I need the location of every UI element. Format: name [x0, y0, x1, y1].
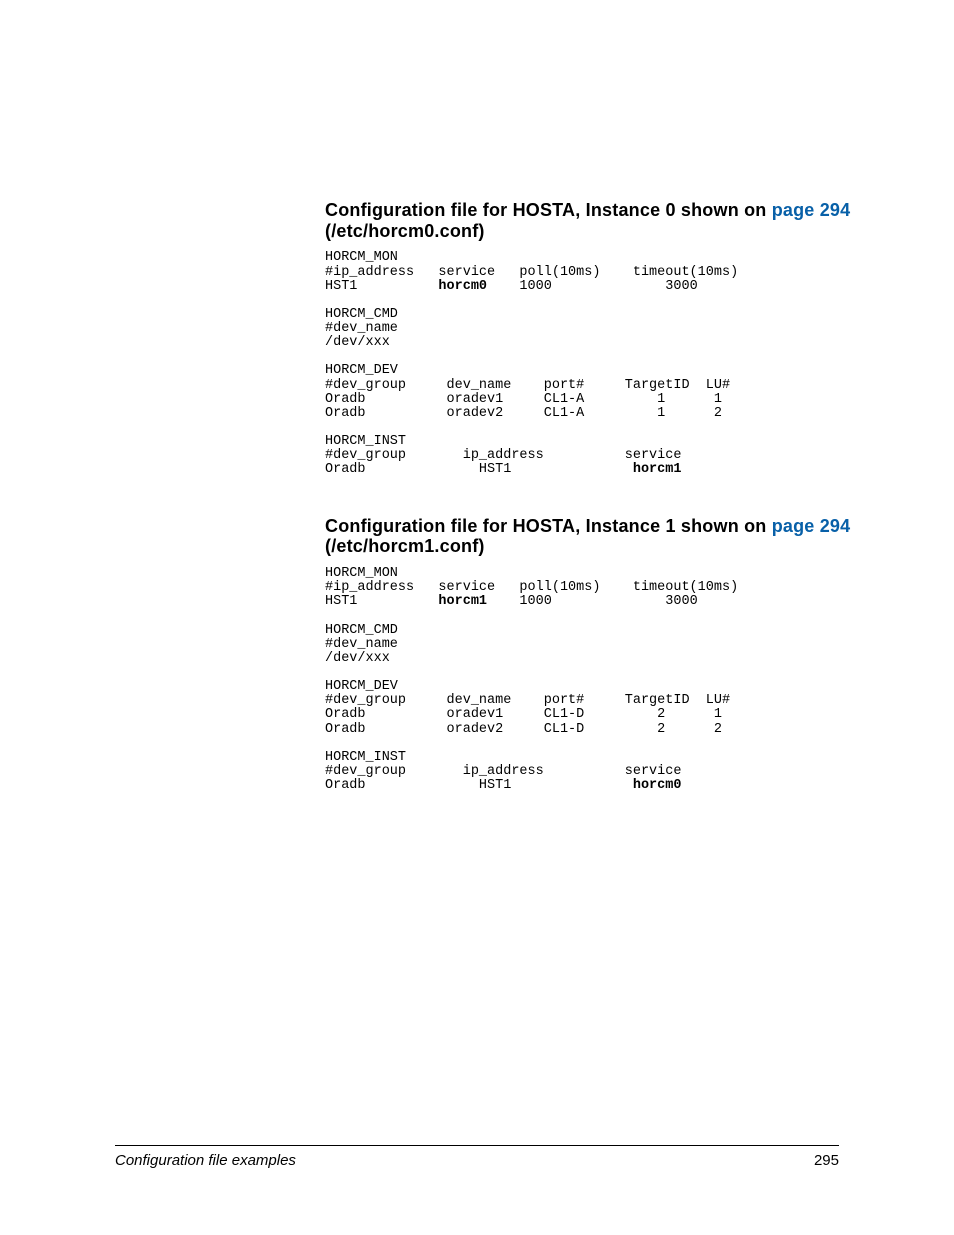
- horcm-mon-block-1: HORCM_MON #ip_address service poll(10ms)…: [325, 567, 855, 610]
- code-line: Oradb oradev2 CL1-A 1 2: [325, 406, 722, 421]
- code-line: HORCM_DEV: [325, 363, 398, 378]
- code-line: HORCM_INST: [325, 750, 406, 765]
- horcm-dev-block-1: HORCM_DEV #dev_group dev_name port# Targ…: [325, 680, 855, 737]
- code-line: Oradb oradev1 CL1-D 2 1: [325, 707, 722, 722]
- code-line: Oradb oradev2 CL1-D 2 2: [325, 722, 722, 737]
- heading-text: (/etc/horcm0.conf): [325, 221, 485, 241]
- page-footer: Configuration file examples 295: [115, 1145, 839, 1169]
- code-bold: horcm0: [633, 778, 682, 793]
- section-spacer: [325, 492, 855, 516]
- horcm-mon-block-0: HORCM_MON #ip_address service poll(10ms)…: [325, 251, 855, 294]
- horcm-inst-block-0: HORCM_INST #dev_group ip_address service…: [325, 435, 855, 478]
- page-link[interactable]: page 294: [772, 516, 851, 536]
- horcm-cmd-block-1: HORCM_CMD #dev_name /dev/xxx: [325, 624, 855, 667]
- code-bold: horcm1: [438, 594, 487, 609]
- code-line: HORCM_INST: [325, 434, 406, 449]
- footer-section-title: Configuration file examples: [115, 1152, 296, 1169]
- code-line: HORCM_CMD: [325, 307, 398, 322]
- code-line: #dev_group ip_address service: [325, 448, 681, 463]
- code-line: #ip_address service poll(10ms) timeout(1…: [325, 580, 738, 595]
- code-line: #ip_address service poll(10ms) timeout(1…: [325, 265, 738, 280]
- code-line: HST1: [325, 594, 438, 609]
- heading-text: (/etc/horcm1.conf): [325, 536, 485, 556]
- code-line: /dev/xxx: [325, 335, 390, 350]
- code-line: #dev_group ip_address service: [325, 764, 681, 779]
- code-line: #dev_name: [325, 637, 398, 652]
- code-bold: horcm0: [438, 279, 487, 294]
- document-page: Configuration file for HOSTA, Instance 0…: [0, 0, 954, 1235]
- code-line: Oradb HST1: [325, 462, 633, 477]
- code-line: Oradb HST1: [325, 778, 633, 793]
- code-line: 1000 3000: [487, 594, 698, 609]
- code-line: /dev/xxx: [325, 651, 390, 666]
- code-line: 1000 3000: [487, 279, 698, 294]
- code-line: #dev_group dev_name port# TargetID LU#: [325, 378, 730, 393]
- code-line: HORCM_CMD: [325, 623, 398, 638]
- page-number: 295: [814, 1152, 839, 1169]
- section-heading-1: Configuration file for HOSTA, Instance 1…: [325, 516, 855, 557]
- code-line: HST1: [325, 279, 438, 294]
- heading-text: Configuration file for HOSTA, Instance 1…: [325, 516, 772, 536]
- section-heading-0: Configuration file for HOSTA, Instance 0…: [325, 200, 855, 241]
- code-line: #dev_name: [325, 321, 398, 336]
- content-column: Configuration file for HOSTA, Instance 0…: [325, 200, 855, 793]
- horcm-dev-block-0: HORCM_DEV #dev_group dev_name port# Targ…: [325, 364, 855, 421]
- code-line: #dev_group dev_name port# TargetID LU#: [325, 693, 730, 708]
- page-link[interactable]: page 294: [772, 200, 851, 220]
- code-line: HORCM_DEV: [325, 679, 398, 694]
- code-bold: horcm1: [633, 462, 682, 477]
- horcm-inst-block-1: HORCM_INST #dev_group ip_address service…: [325, 751, 855, 794]
- code-line: Oradb oradev1 CL1-A 1 1: [325, 392, 722, 407]
- heading-text: Configuration file for HOSTA, Instance 0…: [325, 200, 772, 220]
- code-line: HORCM_MON: [325, 250, 398, 265]
- horcm-cmd-block-0: HORCM_CMD #dev_name /dev/xxx: [325, 308, 855, 351]
- code-line: HORCM_MON: [325, 566, 398, 581]
